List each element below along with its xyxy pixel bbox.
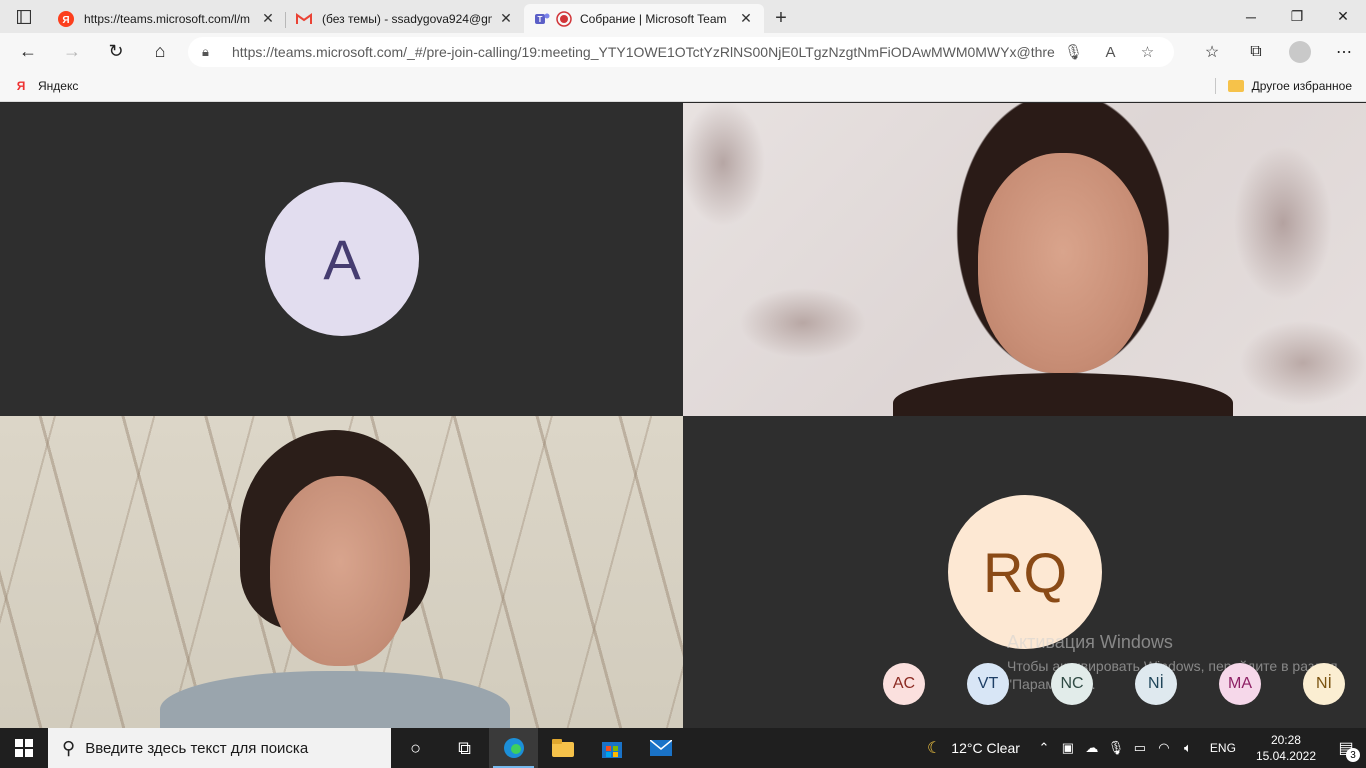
windows-logo-icon <box>15 739 33 757</box>
participant-mini-avatar[interactable]: NC <box>1051 663 1093 705</box>
overflow-participants: AC VT NC Nİ MA Nİ <box>883 663 1345 705</box>
minimize-button[interactable]: ─ <box>1228 0 1274 33</box>
back-button[interactable]: ← <box>6 33 50 70</box>
battery-icon[interactable]: ▭ <box>1128 740 1152 756</box>
microphone-icon[interactable]: 🎙︎ <box>1104 740 1128 756</box>
window-controls: ─ ❐ ✕ <box>1228 0 1366 33</box>
chevron-up-icon[interactable]: ⌃ <box>1032 740 1056 756</box>
yandex-icon: Я <box>16 78 26 93</box>
weather-widget[interactable]: ☾ 12°C Clear <box>927 738 1020 758</box>
add-favorite-icon[interactable]: ☆ <box>1129 43 1166 61</box>
notification-count: 3 <box>1346 748 1360 762</box>
search-icon: ⚲ <box>62 737 76 758</box>
more-menu-icon[interactable]: ⋯ <box>1322 33 1366 70</box>
close-window-button[interactable]: ✕ <box>1320 0 1366 33</box>
participant-tile[interactable]: A <box>0 103 683 416</box>
address-bar[interactable]: 🔒︎ https://teams.microsoft.com/_#/pre-jo… <box>188 37 1174 67</box>
edge-icon[interactable] <box>489 728 538 768</box>
wifi-icon[interactable]: ◠ <box>1152 740 1176 756</box>
participant-mini-avatar[interactable]: Nİ <box>1135 663 1177 705</box>
system-tray: ☾ 12°C Clear ⌃ ▣ ☁ 🎙︎ ▭ ◠ 🔈︎ ENG 20:28 1… <box>927 728 1366 768</box>
favorites-icon[interactable]: ☆ <box>1190 33 1234 70</box>
moon-icon: ☾ <box>926 740 942 757</box>
microphone-icon[interactable]: 🎙︎ <box>1055 43 1092 61</box>
profile-button[interactable] <box>1278 33 1322 70</box>
address-url[interactable]: https://teams.microsoft.com/_#/pre-join-… <box>232 44 1055 60</box>
clock-date: 15.04.2022 <box>1255 749 1316 763</box>
other-favorites-label: Другое избранное <box>1251 78 1352 93</box>
meeting-stage: A RQ Активация Windows Чтобы активироват… <box>0 103 1366 728</box>
language-indicator[interactable]: ENG <box>1210 741 1236 755</box>
svg-text:Я: Я <box>62 15 69 26</box>
folder-icon <box>1227 79 1244 92</box>
gmail-icon <box>296 11 312 27</box>
browser-tab-active[interactable]: T Собрание | Microsoft Team ✕ <box>524 4 764 33</box>
taskbar-search[interactable]: ⚲ Введите здесь текст для поиска <box>48 728 391 768</box>
meet-now-icon[interactable]: ▣ <box>1056 740 1080 756</box>
svg-text:T: T <box>538 15 543 24</box>
tab-actions-button[interactable] <box>0 0 48 33</box>
collections-icon[interactable]: ⧉ <box>1234 33 1278 70</box>
bookmark-yandex[interactable]: Я Яндекс <box>0 78 79 93</box>
read-aloud-icon[interactable]: A <box>1092 44 1129 61</box>
participant-video-tile[interactable] <box>0 416 683 728</box>
participant-mini-avatar[interactable]: VT <box>967 663 1009 705</box>
clock[interactable]: 20:28 15.04.2022 <box>1256 732 1316 764</box>
home-button[interactable]: ⌂ <box>138 33 182 70</box>
bookmarks-bar: Я Яндекс Другое избранное <box>0 70 1366 102</box>
participant-mini-avatar[interactable]: AC <box>883 663 925 705</box>
restore-button[interactable]: ❐ <box>1274 0 1320 33</box>
video-person-face <box>978 153 1148 373</box>
tab-actions-icon <box>17 9 31 24</box>
browser-tab[interactable]: (без темы) - ssadygova924@gm ✕ <box>286 4 524 33</box>
store-icon[interactable] <box>587 728 636 768</box>
close-icon[interactable]: ✕ <box>260 10 276 27</box>
other-favorites[interactable]: Другое избранное <box>1227 78 1352 93</box>
participant-video-tile[interactable] <box>683 103 1366 416</box>
start-button[interactable] <box>0 728 48 768</box>
participant-mini-avatar[interactable]: MA <box>1219 663 1261 705</box>
recording-icon <box>556 10 572 27</box>
close-icon[interactable]: ✕ <box>738 10 754 27</box>
bookmarks-divider <box>1215 78 1216 94</box>
lock-icon[interactable]: 🔒︎ <box>202 44 218 60</box>
tab-title: Собрание | Microsoft Team <box>580 11 727 26</box>
windows-taskbar: ⚲ Введите здесь текст для поиска ○ ⧉ ☾ 1… <box>0 728 1366 768</box>
weather-text: 12°C Clear <box>951 740 1020 756</box>
file-explorer-icon[interactable] <box>538 728 587 768</box>
participant-avatar: RQ <box>948 495 1102 649</box>
browser-toolbar: ← → ↻ ⌂ 🔒︎ https://teams.microsoft.com/_… <box>0 33 1366 70</box>
tab-title: https://teams.microsoft.com/l/m <box>84 11 251 26</box>
avatar <box>1289 40 1311 63</box>
forward-button[interactable]: → <box>50 33 94 70</box>
volume-icon[interactable]: 🔈︎ <box>1176 740 1200 756</box>
mail-icon[interactable] <box>636 728 685 768</box>
onedrive-icon[interactable]: ☁ <box>1080 740 1104 756</box>
close-icon[interactable]: ✕ <box>498 10 514 27</box>
bookmark-label: Яндекс <box>38 78 79 93</box>
search-placeholder: Введите здесь текст для поиска <box>85 739 309 757</box>
toolbar-right-icons: ☆ ⧉ ⋯ <box>1190 33 1366 70</box>
video-person-face <box>270 476 410 666</box>
cortana-icon[interactable]: ○ <box>391 728 440 768</box>
browser-tab-strip: Я https://teams.microsoft.com/l/m ✕ (без… <box>0 0 1366 33</box>
task-view-icon[interactable]: ⧉ <box>440 728 489 768</box>
teams-icon: T <box>534 11 550 27</box>
refresh-button[interactable]: ↻ <box>94 33 138 70</box>
participant-avatar: A <box>265 182 419 336</box>
watermark-title: Активация Windows <box>1007 632 1173 652</box>
yandex-icon: Я <box>58 10 74 27</box>
tab-title: (без темы) - ssadygova924@gm <box>322 11 492 26</box>
browser-tab[interactable]: Я https://teams.microsoft.com/l/m ✕ <box>48 4 286 33</box>
participant-mini-avatar[interactable]: Nİ <box>1303 663 1345 705</box>
notification-center-button[interactable]: ▤ 3 <box>1326 728 1366 768</box>
clock-time: 20:28 <box>1270 733 1301 747</box>
new-tab-button[interactable]: + <box>764 4 798 33</box>
participant-tile[interactable]: RQ Активация Windows Чтобы активировать … <box>683 416 1366 728</box>
